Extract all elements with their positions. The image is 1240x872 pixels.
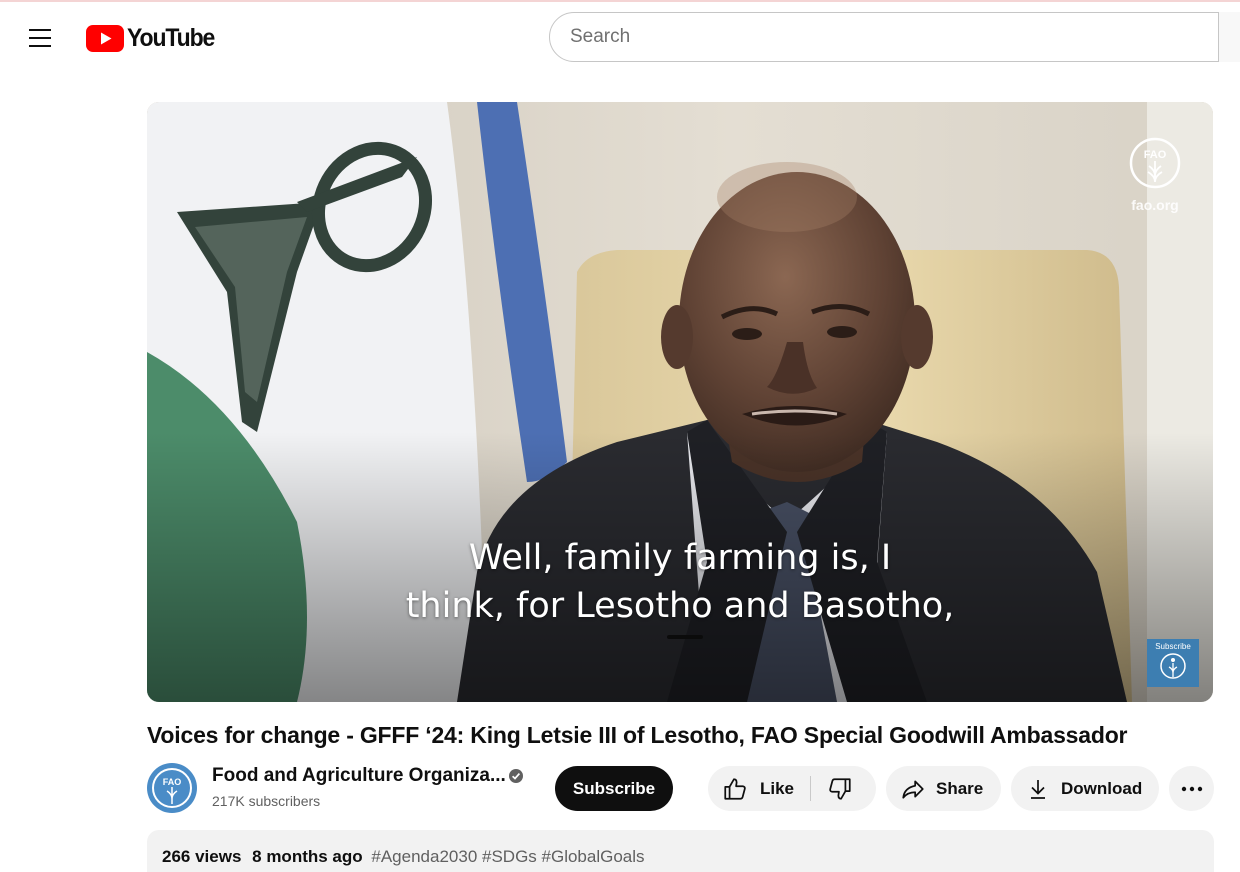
- download-label: Download: [1061, 778, 1143, 798]
- view-count: 266 views: [162, 847, 242, 866]
- hashtags[interactable]: #Agenda2030 #SDGs #GlobalGoals: [371, 847, 644, 866]
- fao-logo-icon: FAO: [152, 768, 192, 808]
- share-icon: [902, 780, 924, 799]
- search-button[interactable]: [1219, 12, 1240, 62]
- thumbs-down-icon: [829, 777, 851, 800]
- video-player[interactable]: Well, family farming is, I think, for Le…: [147, 102, 1213, 702]
- search-input[interactable]: [570, 26, 1210, 48]
- youtube-logo-icon: [86, 24, 124, 52]
- download-icon: [1031, 779, 1045, 799]
- like-dislike-group: Like: [708, 766, 876, 811]
- avatar-text: FAO: [163, 777, 182, 787]
- badge-label: Subscribe: [1155, 642, 1191, 651]
- masthead: YouTube: [0, 2, 1240, 72]
- channel-avatar[interactable]: FAO: [147, 763, 197, 813]
- more-actions-button[interactable]: [1169, 766, 1214, 811]
- fao-logo-icon: FAO: [1129, 137, 1181, 189]
- like-label: Like: [760, 778, 795, 798]
- video-caption: Well, family farming is, I think, for Le…: [147, 534, 1213, 630]
- watermark-url: fao.org: [1131, 197, 1179, 213]
- subscriber-count: 217K subscribers: [212, 793, 321, 809]
- subscribe-button[interactable]: Subscribe: [555, 766, 673, 811]
- dislike-button[interactable]: [811, 766, 876, 811]
- description-meta-line: 266 views 8 months ago #Agenda2030 #SDGs…: [162, 847, 645, 867]
- caption-line-2: think, for Lesotho and Basotho,: [405, 586, 955, 626]
- like-button[interactable]: Like: [708, 766, 810, 811]
- fao-logo-icon: [1160, 653, 1186, 679]
- search-box[interactable]: [549, 12, 1240, 62]
- description-box[interactable]: 266 views 8 months ago #Agenda2030 #SDGs…: [147, 830, 1214, 872]
- channel-subscribe-badge[interactable]: Subscribe: [1147, 639, 1199, 687]
- thumbs-up-icon: [724, 777, 746, 800]
- upload-date: 8 months ago: [252, 847, 363, 866]
- channel-name[interactable]: Food and Agriculture Organiza...: [212, 765, 506, 787]
- video-title: Voices for change - GFFF ‘24: King Letsi…: [147, 722, 1128, 748]
- share-button[interactable]: Share: [886, 766, 1001, 811]
- verified-icon: [509, 769, 523, 783]
- menu-icon[interactable]: [20, 18, 60, 58]
- more-horizontal-icon: [1181, 786, 1202, 791]
- fao-logo-text: FAO: [1144, 149, 1167, 161]
- logo-text: YouTube: [127, 23, 215, 52]
- share-label: Share: [936, 778, 984, 798]
- youtube-logo[interactable]: YouTube: [86, 24, 222, 52]
- caption-line-1: Well, family farming is, I: [468, 538, 892, 578]
- download-button[interactable]: Download: [1011, 766, 1159, 811]
- fao-watermark: FAO fao.org: [1125, 136, 1185, 213]
